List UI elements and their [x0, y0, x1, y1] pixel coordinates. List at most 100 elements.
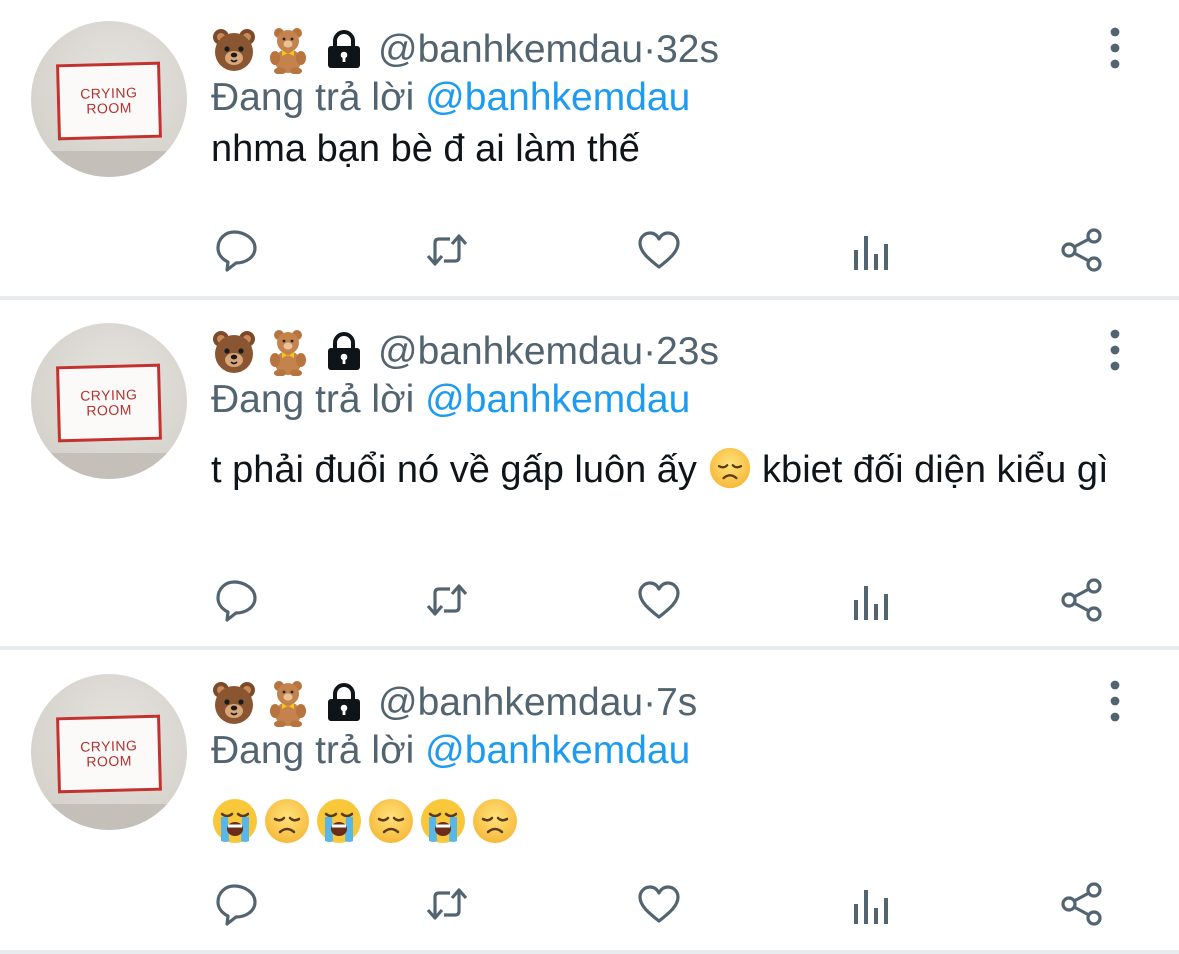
retweet-button[interactable]	[417, 874, 477, 934]
like-icon	[635, 880, 683, 928]
tweet-header: @banhkemdau · 23s	[210, 324, 719, 380]
share-icon	[1058, 226, 1106, 274]
reply-button[interactable]	[207, 220, 267, 280]
avatar[interactable]: CRYING ROOM	[31, 674, 187, 830]
more-options-button[interactable]	[1098, 326, 1132, 374]
user-handle[interactable]: @banhkemdau	[378, 28, 643, 72]
tweet-divider	[0, 950, 1179, 954]
retweet-icon	[423, 226, 471, 274]
share-button[interactable]	[1052, 220, 1112, 280]
tweet-divider	[0, 646, 1179, 650]
avatar-wall	[31, 804, 187, 830]
retweet-button[interactable]	[417, 220, 477, 280]
avatar-sign-line: ROOM	[86, 752, 133, 770]
tweet-actions	[0, 570, 1179, 630]
avatar[interactable]: CRYING ROOM	[31, 21, 187, 177]
user-handle[interactable]: @banhkemdau	[378, 681, 643, 725]
bear-face-emoji-icon	[210, 328, 258, 376]
like-button[interactable]	[629, 220, 689, 280]
replying-to: Đang trả lời @banhkemdau	[211, 378, 690, 422]
more-vertical-icon	[1098, 677, 1132, 725]
replying-to-label: Đang trả lời	[211, 729, 426, 772]
more-options-button[interactable]	[1098, 24, 1132, 72]
separator-dot: ·	[643, 681, 657, 724]
analytics-icon	[847, 226, 895, 274]
like-button[interactable]	[629, 874, 689, 934]
tweet[interactable]: CRYING ROOM @banhkemdau · 23s Đang trả l…	[0, 302, 1179, 598]
share-button[interactable]	[1052, 570, 1112, 630]
reply-icon	[213, 226, 261, 274]
replying-to: Đang trả lời @banhkemdau	[211, 76, 690, 120]
analytics-button[interactable]	[841, 220, 901, 280]
disappointed-face-emoji-icon	[471, 797, 519, 845]
avatar-wall	[31, 453, 187, 479]
more-options-button[interactable]	[1098, 677, 1132, 725]
tweet[interactable]: CRYING ROOM @banhkemdau · 7s Đang trả lờ…	[0, 653, 1179, 949]
teddy-bear-emoji-icon	[264, 679, 312, 727]
tweet-text-part: t phải đuổi nó về gấp luôn ấy	[211, 449, 708, 491]
share-button[interactable]	[1052, 874, 1112, 934]
like-icon	[635, 576, 683, 624]
tweet[interactable]: CRYING ROOM @banhkemdau · 32s Đang trả l…	[0, 0, 1179, 296]
avatar[interactable]: CRYING ROOM	[31, 323, 187, 479]
reply-button[interactable]	[207, 570, 267, 630]
replying-to-label: Đang trả lời	[211, 378, 426, 421]
separator-dot: ·	[643, 330, 657, 373]
like-button[interactable]	[629, 570, 689, 630]
avatar-sign-line: ROOM	[86, 99, 133, 117]
reply-mention-link[interactable]: @banhkemdau	[425, 729, 690, 772]
tweet-header: @banhkemdau · 7s	[210, 675, 697, 731]
tweet-text: t phải đuổi nó về gấp luôn ấy kbiet đối …	[211, 445, 1111, 495]
reply-icon	[213, 880, 261, 928]
share-icon	[1058, 880, 1106, 928]
replying-to-label: Đang trả lời	[211, 76, 426, 119]
tweet-text-part: kbiet đối diện kiểu gì	[751, 449, 1109, 491]
loudly-crying-face-emoji-icon	[419, 797, 467, 845]
tweet-divider	[0, 296, 1179, 300]
reply-thread: CRYING ROOM @banhkemdau · 32s Đang trả l…	[0, 0, 1179, 954]
avatar-sign-line: ROOM	[86, 401, 133, 419]
lock-icon	[324, 683, 364, 723]
tweet-actions	[0, 220, 1179, 280]
like-icon	[635, 226, 683, 274]
timestamp[interactable]: 23s	[656, 330, 719, 374]
user-handle[interactable]: @banhkemdau	[378, 330, 643, 374]
disappointed-face-emoji-icon	[367, 797, 415, 845]
retweet-icon	[423, 880, 471, 928]
reply-icon	[213, 576, 261, 624]
reply-button[interactable]	[207, 874, 267, 934]
avatar-wall	[31, 151, 187, 177]
disappointed-face-emoji-icon	[708, 446, 752, 490]
teddy-bear-emoji-icon	[264, 26, 312, 74]
analytics-icon	[847, 880, 895, 928]
teddy-bear-emoji-icon	[264, 328, 312, 376]
analytics-button[interactable]	[841, 874, 901, 934]
avatar-sign: CRYING ROOM	[56, 61, 162, 141]
bear-face-emoji-icon	[210, 26, 258, 74]
more-vertical-icon	[1098, 24, 1132, 72]
timestamp[interactable]: 32s	[656, 28, 719, 72]
analytics-icon	[847, 576, 895, 624]
retweet-button[interactable]	[417, 570, 477, 630]
replying-to: Đang trả lời @banhkemdau	[211, 729, 690, 773]
avatar-sign: CRYING ROOM	[56, 363, 162, 443]
tweet-actions	[0, 874, 1179, 934]
retweet-icon	[423, 576, 471, 624]
tweet-header: @banhkemdau · 32s	[210, 22, 719, 78]
timestamp[interactable]: 7s	[656, 681, 697, 725]
reply-mention-link[interactable]: @banhkemdau	[425, 76, 690, 119]
tweet-emoji-text	[211, 797, 519, 845]
avatar-sign: CRYING ROOM	[56, 714, 162, 794]
reply-mention-link[interactable]: @banhkemdau	[425, 378, 690, 421]
lock-icon	[324, 332, 364, 372]
more-vertical-icon	[1098, 326, 1132, 374]
share-icon	[1058, 576, 1106, 624]
bear-face-emoji-icon	[210, 679, 258, 727]
tweet-text: nhma bạn bè đ ai làm thế	[211, 128, 640, 170]
loudly-crying-face-emoji-icon	[211, 797, 259, 845]
separator-dot: ·	[643, 28, 657, 71]
lock-icon	[324, 30, 364, 70]
disappointed-face-emoji-icon	[263, 797, 311, 845]
analytics-button[interactable]	[841, 570, 901, 630]
loudly-crying-face-emoji-icon	[315, 797, 363, 845]
